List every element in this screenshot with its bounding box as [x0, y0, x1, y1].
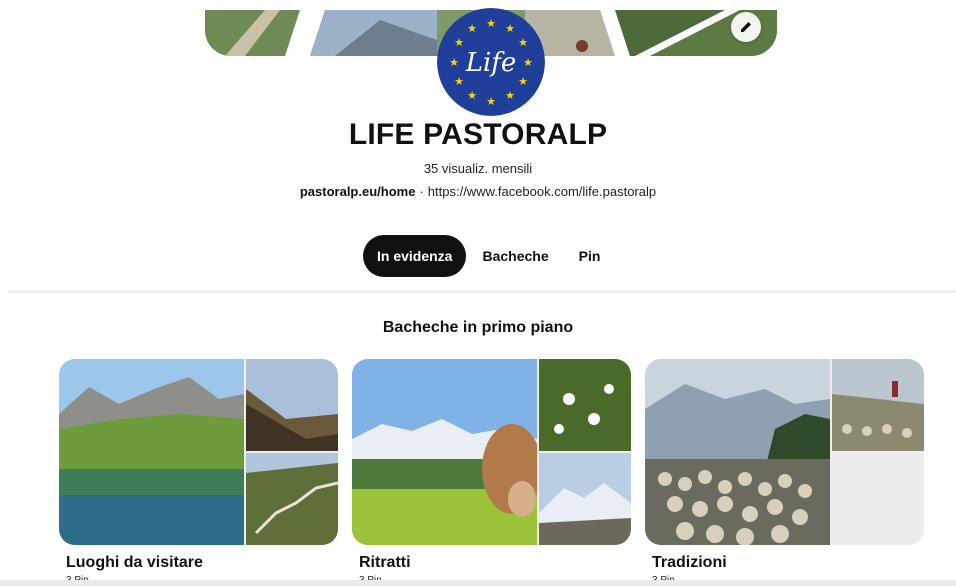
- board-cover-main-image: [352, 359, 537, 545]
- board-card-luoghi[interactable]: Luoghi da visitare 3 Pin: [59, 359, 338, 586]
- tab-in-evidenza[interactable]: In evidenza: [363, 235, 467, 277]
- featured-boards-title: Bacheche in primo piano: [382, 319, 574, 336]
- svg-text:★: ★: [454, 75, 464, 88]
- tab-pin[interactable]: Pin: [565, 235, 615, 277]
- board-cover-bottom-image: [246, 453, 338, 545]
- board-name: Tradizioni: [652, 554, 727, 571]
- edit-profile-button[interactable]: [731, 12, 761, 42]
- board-cover: [352, 359, 631, 545]
- svg-text:★: ★: [518, 75, 528, 88]
- svg-text:★: ★: [467, 22, 477, 35]
- svg-text:★: ★: [505, 22, 515, 35]
- profile-avatar: ★ ★ ★ ★ ★ ★ ★ ★ ★ ★ ★ ★ Life: [437, 8, 545, 116]
- pencil-icon: [741, 22, 751, 32]
- link-separator: ·: [419, 184, 424, 199]
- avatar-life-text: Life: [465, 48, 517, 78]
- monthly-views: 35 visualiz. mensili: [423, 161, 533, 176]
- board-cover-bottom-image: [539, 453, 631, 545]
- facebook-link[interactable]: https://www.facebook.com/life.pastoralp: [428, 184, 656, 199]
- svg-text:★: ★: [518, 36, 528, 49]
- board-cover-top-image: [832, 359, 924, 451]
- svg-text:★: ★: [505, 89, 515, 102]
- board-cover-empty-slot: [832, 453, 924, 545]
- profile-links: pastoralp.eu/home · https://www.facebook.c…: [0, 184, 956, 199]
- svg-text:★: ★: [523, 56, 533, 69]
- board-cover-main-image: [59, 359, 244, 545]
- svg-text:★: ★: [486, 17, 496, 30]
- tab-bacheche[interactable]: Bacheche: [468, 235, 562, 277]
- svg-text:★: ★: [454, 36, 464, 49]
- section-divider: [8, 290, 956, 293]
- bottom-edge: [0, 580, 956, 586]
- board-card-tradizioni[interactable]: Tradizioni 3 Pin: [645, 359, 924, 586]
- board-name: Ritratti: [359, 554, 411, 571]
- eu-life-logo: ★ ★ ★ ★ ★ ★ ★ ★ ★ ★ ★ ★ Life: [437, 8, 545, 116]
- board-cover-top-image: [539, 359, 631, 451]
- board-name: Luoghi da visitare: [66, 554, 203, 571]
- profile-name: LIFE PASTORALP: [348, 118, 608, 151]
- board-cover: [645, 359, 924, 545]
- svg-text:★: ★: [449, 56, 459, 69]
- board-cover-top-image: [246, 359, 338, 451]
- board-cover: [59, 359, 338, 545]
- board-cover-main-image: [645, 359, 830, 545]
- board-card-ritratti[interactable]: Ritratti 3 Pin: [352, 359, 631, 586]
- svg-text:★: ★: [467, 89, 477, 102]
- website-link[interactable]: pastoralp.eu/home: [300, 184, 416, 199]
- svg-text:★: ★: [486, 95, 496, 108]
